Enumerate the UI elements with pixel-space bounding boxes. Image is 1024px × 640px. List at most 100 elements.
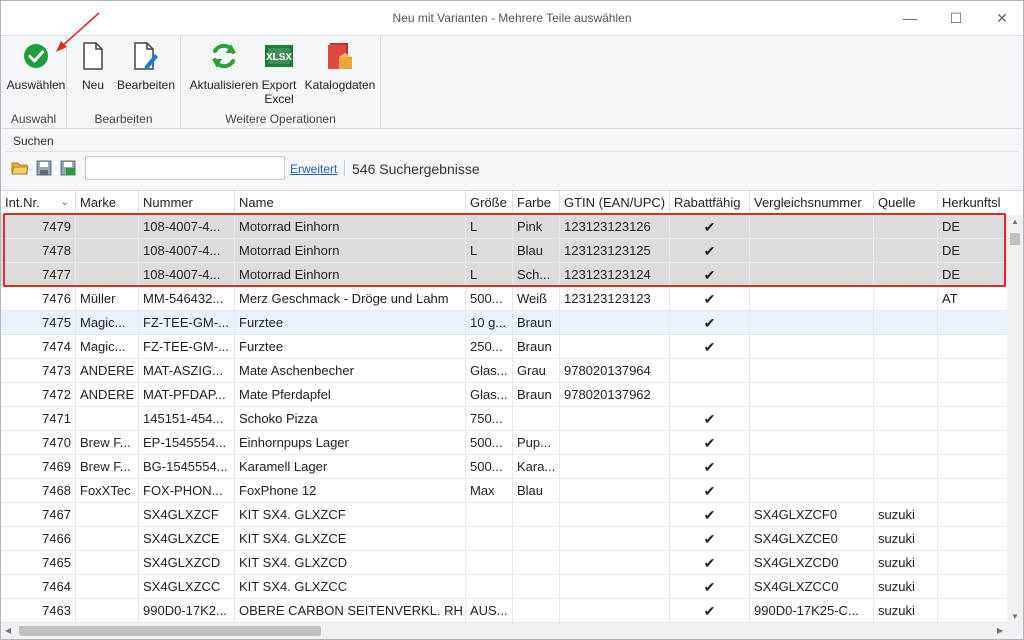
cell-vergleichsnummer <box>750 239 874 263</box>
cell-herkunftsland: DE <box>938 239 1007 263</box>
cell-farbe: Blau <box>513 479 560 503</box>
refresh-button[interactable]: Aktualisieren <box>185 40 263 92</box>
table-row[interactable]: 7470 Brew F... EP-1545554... Einhornpups La… <box>1 431 1007 455</box>
column-header-groesse[interactable]: Größe <box>466 191 513 215</box>
save-icon[interactable] <box>35 159 53 177</box>
cell-farbe: Braun <box>513 335 560 359</box>
table-row[interactable]: 7465 SX4GLXZCD KIT SX4. GLXZCD ✔ SX4GLXZCD0 s… <box>1 551 1007 575</box>
cell-int-nr: 7468 <box>1 479 76 503</box>
cell-quelle <box>874 311 938 335</box>
column-header-marke[interactable]: Marke <box>76 191 139 215</box>
table-row[interactable]: 7472 ANDERE MAT-PFDAP... Mate Pferdapfel Gla… <box>1 383 1007 407</box>
cell-marke <box>76 551 139 575</box>
cell-int-nr: 7473 <box>1 359 76 383</box>
cell-vergleichsnummer <box>750 311 874 335</box>
new-document-icon <box>77 40 109 72</box>
cell-farbe: Kara... <box>513 455 560 479</box>
table-row[interactable]: 7464 SX4GLXZCC KIT SX4. GLXZCC ✔ SX4GLXZCC0 s… <box>1 575 1007 599</box>
cell-groesse <box>466 503 513 527</box>
cell-int-nr: 7465 <box>1 551 76 575</box>
horizontal-scrollbar[interactable]: ◀ ▶ <box>1 623 1023 639</box>
column-header-quelle[interactable]: Quelle <box>874 191 938 215</box>
column-header-herkunftsland[interactable]: Herkunftsl <box>938 191 1007 215</box>
cell-name: FoxPhone 12 <box>235 479 466 503</box>
checkmark-icon: ✔ <box>670 503 750 527</box>
cell-marke: Brew F... <box>76 455 139 479</box>
cell-nummer: 108-4007-4... <box>139 215 235 239</box>
ribbon-group-auswahl: Auswählen Auswahl <box>1 36 67 129</box>
export-excel-button[interactable]: XLSX Export Excel <box>259 40 299 106</box>
minimize-button[interactable]: — <box>887 1 933 35</box>
new-button[interactable]: Neu <box>75 40 111 92</box>
ribbon-group-weitere-operationen: Aktualisieren XLSX Export Excel Katalogd… <box>181 36 381 129</box>
cell-nummer: 108-4007-4... <box>139 263 235 287</box>
cell-herkunftsland <box>938 359 1007 383</box>
select-button[interactable]: Auswählen <box>6 40 66 92</box>
table-row[interactable]: 7463 990D0-17K2... OBERE CARBON SEITENVERK… <box>1 599 1007 623</box>
column-header-label: Int.Nr. <box>5 195 40 210</box>
svg-text:XLSX: XLSX <box>266 52 292 63</box>
maximize-button[interactable]: ☐ <box>933 1 979 35</box>
horizontal-scroll-thumb[interactable] <box>19 626 321 636</box>
cell-vergleichsnummer: SX4GLXZCF0 <box>750 503 874 527</box>
search-input[interactable] <box>85 156 285 180</box>
scroll-left-icon[interactable]: ◀ <box>5 626 11 635</box>
cell-quelle: suzuki <box>874 551 938 575</box>
column-header-int-nr[interactable]: Int.Nr. ⌄ <box>1 191 76 215</box>
cell-farbe: Blau <box>513 239 560 263</box>
column-header-nummer[interactable]: Nummer <box>139 191 235 215</box>
cell-herkunftsland <box>938 575 1007 599</box>
results-grid: Int.Nr. ⌄ Marke Nummer Name Größe Farbe GTIN (E… <box>1 191 1007 623</box>
cell-vergleichsnummer <box>750 431 874 455</box>
vertical-scrollbar[interactable]: ▲ ▼ <box>1007 215 1023 623</box>
catalog-data-button[interactable]: Katalogdaten <box>301 40 379 92</box>
column-header-vergleichsnummer[interactable]: Vergleichsnummer <box>750 191 874 215</box>
cell-quelle <box>874 407 938 431</box>
table-row[interactable]: 7476 Müller MM-546432... Merz Geschmack - D… <box>1 287 1007 311</box>
table-row[interactable]: 7475 Magic... FZ-TEE-GM-... Furztee 10 g... B… <box>1 311 1007 335</box>
group-label-weitere-operationen: Weitere Operationen <box>225 112 336 126</box>
open-folder-icon[interactable] <box>11 159 29 177</box>
cell-int-nr: 7476 <box>1 287 76 311</box>
column-header-rabattfaehig[interactable]: Rabattfähig <box>670 191 750 215</box>
cell-vergleichsnummer <box>750 287 874 311</box>
table-row[interactable]: 7471 145151-454... Schoko Pizza 750... ✔ <box>1 407 1007 431</box>
table-row[interactable]: 7469 Brew F... BG-1545554... Karamell Lager… <box>1 455 1007 479</box>
scroll-up-icon[interactable]: ▲ <box>1011 217 1019 226</box>
save-as-icon[interactable] <box>59 159 77 177</box>
table-row[interactable]: 7473 ANDERE MAT-ASZIG... Mate Aschenbecher G… <box>1 359 1007 383</box>
vertical-scroll-thumb[interactable] <box>1010 233 1020 245</box>
cell-farbe: Pink <box>513 215 560 239</box>
cell-farbe <box>513 407 560 431</box>
close-button[interactable]: ✕ <box>979 1 1024 35</box>
cell-name: KIT SX4. GLXZCD <box>235 551 466 575</box>
table-row[interactable]: 7467 SX4GLXZCF KIT SX4. GLXZCF ✔ SX4GLXZCF0 s… <box>1 503 1007 527</box>
table-row[interactable]: 7474 Magic... FZ-TEE-GM-... Furztee 250... Br… <box>1 335 1007 359</box>
checkmark-icon <box>670 359 750 383</box>
scroll-right-icon[interactable]: ▶ <box>997 626 1003 635</box>
cell-marke: ANDERE <box>76 359 139 383</box>
search-header: Suchen <box>13 134 54 148</box>
table-row[interactable]: 7477 108-4007-4... Motorrad Einhorn L Sch...… <box>1 263 1007 287</box>
cell-name: KIT SX4. GLXZCC <box>235 575 466 599</box>
search-divider <box>5 151 1019 152</box>
cell-nummer: FOX-PHON... <box>139 479 235 503</box>
cell-name: Motorrad Einhorn <box>235 239 466 263</box>
table-row[interactable]: 7468 FoxXTec FOX-PHON... FoxPhone 12 Max Blau… <box>1 479 1007 503</box>
cell-groesse: 750... <box>466 407 513 431</box>
table-row[interactable]: 7478 108-4007-4... Motorrad Einhorn L Blau 12… <box>1 239 1007 263</box>
checkmark-icon <box>670 383 750 407</box>
cell-vergleichsnummer <box>750 215 874 239</box>
column-header-name[interactable]: Name <box>235 191 466 215</box>
cell-vergleichsnummer: SX4GLXZCC0 <box>750 575 874 599</box>
sort-chevron-icon[interactable]: ⌄ <box>61 191 69 215</box>
scroll-down-icon[interactable]: ▼ <box>1011 612 1019 621</box>
column-header-farbe[interactable]: Farbe <box>513 191 560 215</box>
advanced-search-link[interactable]: Erweitert <box>290 162 337 176</box>
table-row[interactable]: 7466 SX4GLXZCE KIT SX4. GLXZCE ✔ SX4GLXZCE0 s… <box>1 527 1007 551</box>
column-header-label: Quelle <box>878 195 916 210</box>
cell-marke: Magic... <box>76 311 139 335</box>
column-header-gtin[interactable]: GTIN (EAN/UPC) <box>560 191 670 215</box>
table-row[interactable]: 7479 108-4007-4... Motorrad Einhorn L Pink 12… <box>1 215 1007 239</box>
edit-button[interactable]: Bearbeiten <box>115 40 177 92</box>
